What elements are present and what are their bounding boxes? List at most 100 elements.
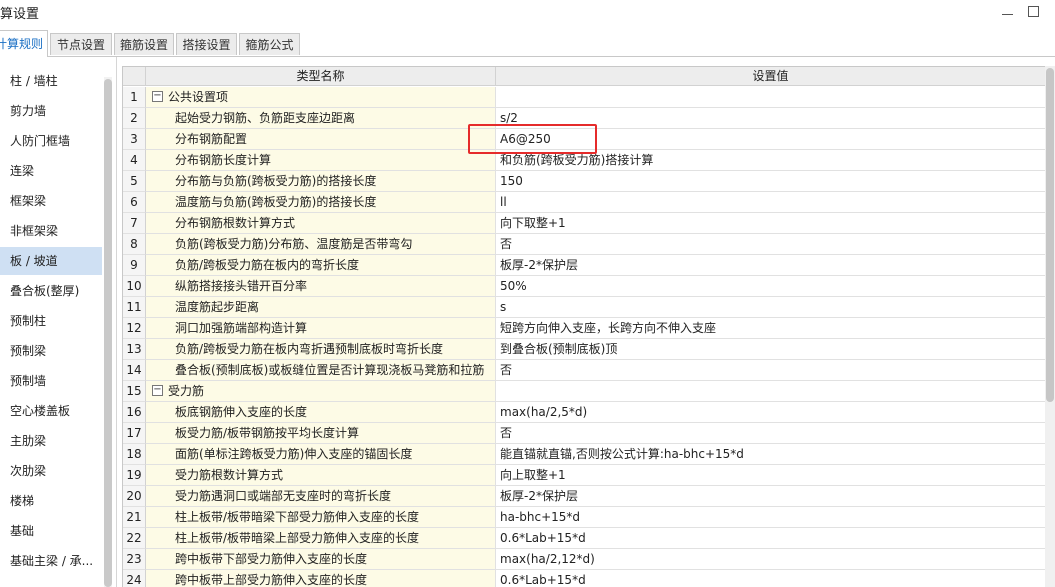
- table-row[interactable]: 4 分布钢筋长度计算 和负筋(跨板受力筋)搭接计算: [123, 150, 1046, 171]
- row-number: 24: [123, 570, 146, 587]
- type-name-cell: 负筋/跨板受力筋在板内的弯折长度: [146, 255, 496, 276]
- row-number: 11: [123, 297, 146, 318]
- setting-value-cell[interactable]: 板厚-2*保护层: [496, 255, 1046, 276]
- sidebar-item-coupling-beam[interactable]: 连梁: [0, 157, 102, 185]
- sidebar-item-main-rib-beam[interactable]: 主肋梁: [0, 427, 102, 455]
- group-name: 公共设置项: [168, 90, 229, 104]
- table-row[interactable]: 23 跨中板带下部受力筋伸入支座的长度 max(ha/2,12*d): [123, 549, 1046, 570]
- sidebar-scrollbar-thumb[interactable]: [104, 79, 112, 587]
- row-number: 18: [123, 444, 146, 465]
- tab-stirrup-settings[interactable]: 箍筋设置: [114, 33, 174, 55]
- table-row-group[interactable]: 1 − 公共设置项: [123, 87, 1046, 108]
- table-row[interactable]: 17 板受力筋/板带钢筋按平均长度计算 否: [123, 423, 1046, 444]
- table-row[interactable]: 20 受力筋遇洞口或端部无支座时的弯折长度 板厚-2*保护层: [123, 486, 1046, 507]
- table-row-group[interactable]: 15 − 受力筋: [123, 381, 1046, 402]
- table-row[interactable]: 21 柱上板带/板带暗梁下部受力筋伸入支座的长度 ha-bhc+15*d: [123, 507, 1046, 528]
- sidebar-item-non-frame-beam[interactable]: 非框架梁: [0, 217, 102, 245]
- table-row[interactable]: 12 洞口加强筋端部构造计算 短跨方向伸入支座，长跨方向不伸入支座: [123, 318, 1046, 339]
- setting-value-cell[interactable]: 0.6*Lab+15*d: [496, 528, 1046, 549]
- type-name-cell: 洞口加强筋端部构造计算: [146, 318, 496, 339]
- setting-value-cell[interactable]: 短跨方向伸入支座，长跨方向不伸入支座: [496, 318, 1046, 339]
- row-number: 14: [123, 360, 146, 381]
- table-row[interactable]: 8 负筋(跨板受力筋)分布筋、温度筋是否带弯勾 否: [123, 234, 1046, 255]
- sidebar-item-hollow-floor-slab[interactable]: 空心楼盖板: [0, 397, 102, 425]
- table-row[interactable]: 6 温度筋与负筋(跨板受力筋)的搭接长度 ll: [123, 192, 1046, 213]
- table-row[interactable]: 16 板底钢筋伸入支座的长度 max(ha/2,5*d): [123, 402, 1046, 423]
- setting-value-cell[interactable]: ha-bhc+15*d: [496, 507, 1046, 528]
- setting-value-cell: [496, 381, 1046, 402]
- setting-value-cell[interactable]: 能直锚就直锚,否则按公式计算:ha-bhc+15*d: [496, 444, 1046, 465]
- table-row[interactable]: 19 受力筋根数计算方式 向上取整+1: [123, 465, 1046, 486]
- setting-value-cell[interactable]: ll: [496, 192, 1046, 213]
- table-row[interactable]: 10 纵筋搭接接头错开百分率 50%: [123, 276, 1046, 297]
- table-row[interactable]: 18 面筋(单标注跨板受力筋)伸入支座的锚固长度 能直锚就直锚,否则按公式计算:…: [123, 444, 1046, 465]
- setting-value-cell[interactable]: 向下取整+1: [496, 213, 1046, 234]
- table-row[interactable]: 3 分布钢筋配置 A6@250: [123, 129, 1046, 150]
- table-row[interactable]: 7 分布钢筋根数计算方式 向下取整+1: [123, 213, 1046, 234]
- table-row[interactable]: 22 柱上板带/板带暗梁上部受力筋伸入支座的长度 0.6*Lab+15*d: [123, 528, 1046, 549]
- collapse-icon[interactable]: −: [152, 91, 163, 102]
- row-number: 23: [123, 549, 146, 570]
- sidebar-item-composite-slab[interactable]: 叠合板(整厚): [0, 277, 102, 305]
- setting-value-cell[interactable]: s: [496, 297, 1046, 318]
- setting-value-cell[interactable]: 板厚-2*保护层: [496, 486, 1046, 507]
- setting-value-cell[interactable]: max(ha/2,12*d): [496, 549, 1046, 570]
- row-number: 19: [123, 465, 146, 486]
- sidebar-item-shear-wall[interactable]: 剪力墙: [0, 97, 102, 125]
- table-row[interactable]: 11 温度筋起步距离 s: [123, 297, 1046, 318]
- type-name-cell: 受力筋遇洞口或端部无支座时的弯折长度: [146, 486, 496, 507]
- type-name-cell: 柱上板带/板带暗梁上部受力筋伸入支座的长度: [146, 528, 496, 549]
- sidebar-item-foundation[interactable]: 基础: [0, 517, 102, 545]
- setting-value-cell[interactable]: 到叠合板(预制底板)顶: [496, 339, 1046, 360]
- tab-lap-settings[interactable]: 搭接设置: [176, 33, 237, 55]
- sidebar-item-slab-ramp[interactable]: 板 / 坡道: [0, 247, 102, 275]
- settings-window: 算设置 计算规则 节点设置 箍筋设置 搭接设置 箍筋公式 柱 / 墙柱 剪力墙 …: [0, 0, 1055, 587]
- setting-value-cell[interactable]: 向上取整+1: [496, 465, 1046, 486]
- component-type-list: 柱 / 墙柱 剪力墙 人防门框墙 连梁 框架梁 非框架梁 板 / 坡道 叠合板(…: [0, 57, 117, 587]
- table-row[interactable]: 24 跨中板带上部受力筋伸入支座的长度 0.6*Lab+15*d: [123, 570, 1046, 587]
- setting-value-cell[interactable]: 和负筋(跨板受力筋)搭接计算: [496, 150, 1046, 171]
- table-scrollbar-thumb[interactable]: [1046, 68, 1054, 402]
- row-number: 8: [123, 234, 146, 255]
- sidebar-item-stairs[interactable]: 楼梯: [0, 487, 102, 515]
- type-name-cell: 受力筋根数计算方式: [146, 465, 496, 486]
- row-number: 6: [123, 192, 146, 213]
- setting-value-cell[interactable]: 150: [496, 171, 1046, 192]
- setting-value-cell[interactable]: 否: [496, 360, 1046, 381]
- sidebar-item-civil-defense-door-wall[interactable]: 人防门框墙: [0, 127, 102, 155]
- tab-node-settings[interactable]: 节点设置: [50, 33, 112, 55]
- row-number: 15: [123, 381, 146, 402]
- table-row[interactable]: 14 叠合板(预制底板)或板缝位置是否计算现浇板马凳筋和拉筋 否: [123, 360, 1046, 381]
- sidebar-item-secondary-rib-beam[interactable]: 次肋梁: [0, 457, 102, 485]
- sidebar-item-frame-beam[interactable]: 框架梁: [0, 187, 102, 215]
- table-row[interactable]: 9 负筋/跨板受力筋在板内的弯折长度 板厚-2*保护层: [123, 255, 1046, 276]
- table-row[interactable]: 5 分布筋与负筋(跨板受力筋)的搭接长度 150: [123, 171, 1046, 192]
- setting-value-cell[interactable]: 0.6*Lab+15*d: [496, 570, 1046, 587]
- table-row[interactable]: 13 负筋/跨板受力筋在板内弯折遇预制底板时弯折长度 到叠合板(预制底板)顶: [123, 339, 1046, 360]
- setting-value-cell[interactable]: 否: [496, 423, 1046, 444]
- collapse-icon[interactable]: −: [152, 385, 163, 396]
- table-row[interactable]: 2 起始受力钢筋、负筋距支座边距离 s/2: [123, 108, 1046, 129]
- sidebar-item-foundation-main-beam[interactable]: 基础主梁 / 承...: [0, 547, 102, 575]
- row-number: 22: [123, 528, 146, 549]
- type-name-cell: 温度筋与负筋(跨板受力筋)的搭接长度: [146, 192, 496, 213]
- sidebar-item-precast-column[interactable]: 预制柱: [0, 307, 102, 335]
- tab-stirrup-formula[interactable]: 箍筋公式: [239, 33, 300, 55]
- minimize-button[interactable]: [996, 1, 1018, 21]
- sidebar-item-precast-wall[interactable]: 预制墙: [0, 367, 102, 395]
- sidebar-item-precast-beam[interactable]: 预制梁: [0, 337, 102, 365]
- maximize-button[interactable]: [1022, 1, 1044, 21]
- sidebar-item-column[interactable]: 柱 / 墙柱: [0, 67, 102, 95]
- setting-value-cell[interactable]: s/2: [496, 108, 1046, 129]
- row-number: 10: [123, 276, 146, 297]
- tab-calc-rules[interactable]: 计算规则: [0, 30, 48, 57]
- column-header-type-name[interactable]: 类型名称: [146, 67, 496, 86]
- setting-value-cell[interactable]: 50%: [496, 276, 1046, 297]
- row-number: 21: [123, 507, 146, 528]
- setting-value-cell[interactable]: 否: [496, 234, 1046, 255]
- setting-value-cell[interactable]: A6@250: [496, 129, 1046, 150]
- maximize-icon: [1027, 5, 1039, 17]
- column-header-setting-value[interactable]: 设置值: [496, 67, 1046, 86]
- row-number: 2: [123, 108, 146, 129]
- setting-value-cell[interactable]: max(ha/2,5*d): [496, 402, 1046, 423]
